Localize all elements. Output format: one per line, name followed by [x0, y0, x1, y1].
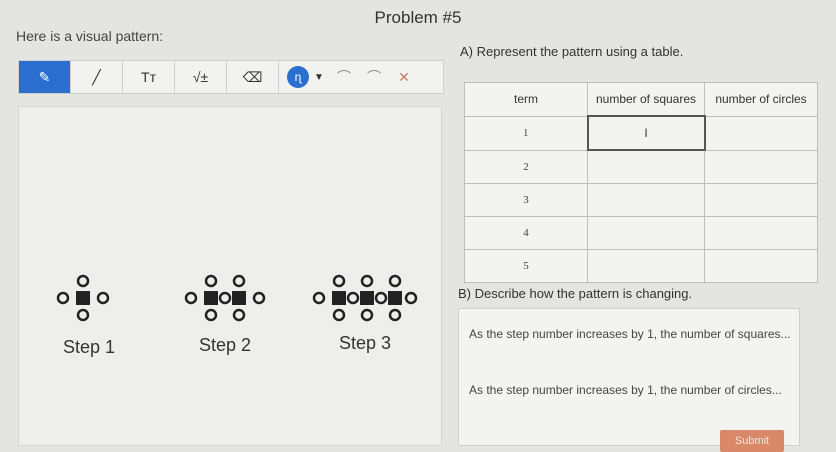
squares-cell[interactable]: I	[586, 115, 706, 151]
line-tool-button[interactable]: ╱	[71, 61, 123, 93]
problem-title: Problem #5	[374, 8, 462, 27]
table-row: 4	[464, 216, 818, 250]
step-1-figure	[56, 274, 110, 322]
step-2-figure	[184, 274, 266, 322]
pattern-prompt: Here is a visual pattern:	[16, 28, 164, 44]
squares-header: number of squares	[587, 82, 705, 117]
color-dropdown-icon[interactable]: ▼	[309, 61, 329, 93]
squares-cell[interactable]	[587, 216, 705, 250]
term-cell: 5	[464, 249, 588, 283]
term-cell: 1	[464, 115, 588, 151]
drawing-canvas[interactable]: Step 1 Step 2 Step 3	[18, 106, 442, 446]
table-row: 3	[464, 183, 818, 217]
term-cell: 2	[464, 149, 588, 184]
color-picker-button[interactable]: ɳ	[287, 66, 309, 88]
eraser-tool-button[interactable]: ⌫	[227, 61, 279, 93]
pattern-table: term number of squares number of circles…	[464, 82, 818, 283]
term-header: term	[464, 82, 588, 117]
math-tool-button[interactable]: √±	[175, 61, 227, 93]
step-2-label: Step 2	[199, 335, 252, 355]
text-tool-button[interactable]: Tт	[123, 61, 175, 93]
circles-description-input[interactable]: As the step number increases by 1, the n…	[469, 383, 782, 397]
term-cell: 4	[464, 216, 588, 250]
circles-cell[interactable]	[704, 249, 818, 283]
pen-tool-button[interactable]: ✎	[19, 61, 71, 93]
part-a-instruction: A) Represent the pattern using a table.	[460, 44, 684, 59]
squares-description-input[interactable]: As the step number increases by 1, the n…	[469, 327, 791, 341]
redo-button[interactable]: ⌒	[359, 61, 389, 93]
table-row: 2	[464, 149, 818, 184]
clear-button[interactable]: ✕	[389, 61, 419, 93]
squares-cell[interactable]	[587, 249, 705, 283]
table-row: 1 I	[464, 115, 818, 151]
circles-header: number of circles	[704, 82, 818, 117]
squares-cell[interactable]	[587, 149, 705, 184]
circles-cell[interactable]	[704, 149, 818, 184]
step-3-label: Step 3	[339, 333, 392, 353]
term-cell: 3	[464, 183, 588, 217]
description-box: As the step number increases by 1, the n…	[458, 308, 800, 446]
squares-cell[interactable]	[587, 183, 705, 217]
step-1-label: Step 1	[63, 337, 116, 357]
table-row: 5	[464, 249, 818, 283]
part-b-instruction: B) Describe how the pattern is changing.	[458, 286, 693, 301]
circles-cell[interactable]	[704, 115, 818, 151]
circles-cell[interactable]	[704, 216, 818, 250]
drawing-toolbar: ✎ ╱ Tт √± ⌫ ɳ ▼ ⌒ ⌒ ✕	[18, 60, 444, 94]
step-3-figure	[312, 274, 418, 322]
circles-cell[interactable]	[704, 183, 818, 217]
submit-button[interactable]: Submit	[720, 430, 784, 452]
undo-button[interactable]: ⌒	[329, 61, 359, 93]
